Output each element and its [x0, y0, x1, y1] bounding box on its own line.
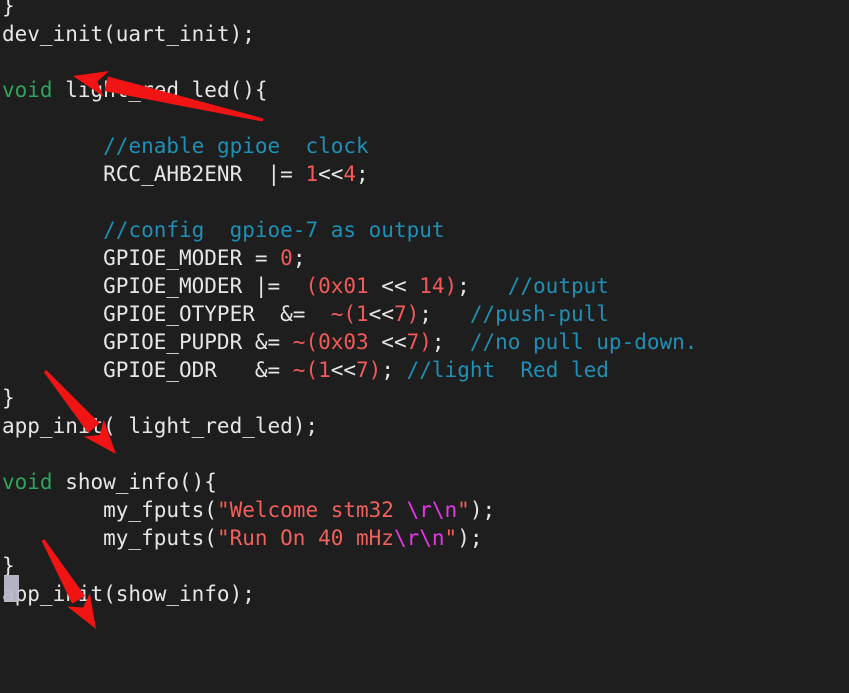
code-token-number: 4 — [343, 162, 357, 186]
code-line[interactable] — [0, 188, 849, 216]
code-token-plain: ; — [292, 246, 306, 270]
code-line[interactable]: GPIOE_PUPDR &= ~(0x03 <<7); //no pull up… — [0, 328, 849, 356]
code-token-plain: light_red_led(){ — [52, 78, 268, 102]
code-token-plain: } — [2, 0, 15, 18]
code-token-plain: my_fputs( — [2, 526, 217, 550]
code-token-plain: GPIOE_MODER |= — [2, 274, 306, 298]
code-line[interactable]: app_init(show_info); — [0, 580, 849, 608]
code-line[interactable]: } — [0, 384, 849, 412]
code-line[interactable]: dev_init(uart_init); — [0, 20, 849, 48]
code-line[interactable]: GPIOE_OTYPER &= ~(1<<7); //push-pull — [0, 300, 849, 328]
code-token-string: "Run On 40 mHz — [216, 526, 394, 550]
code-token-keyword: void — [2, 78, 53, 102]
code-line[interactable] — [0, 104, 849, 132]
code-token-plain: my_fputs( — [2, 498, 217, 522]
code-token-comment: //config gpioe-7 as output — [103, 218, 445, 242]
code-token-plain: ; — [457, 274, 508, 298]
code-token-plain: ; — [431, 330, 470, 354]
code-token-plain: ; — [419, 302, 470, 326]
code-token-plain: << — [368, 302, 394, 326]
code-token-plain: GPIOE_ODR &= — [2, 358, 293, 382]
code-token-plain: app_init(show_info); — [2, 582, 255, 606]
code-line[interactable]: RCC_AHB2ENR |= 1<<4; — [0, 160, 849, 188]
code-token-plain: ); — [469, 498, 496, 522]
code-line[interactable]: //config gpioe-7 as output — [0, 216, 849, 244]
code-token-number: ~(1 — [330, 302, 369, 326]
code-token-number: 7) — [393, 302, 420, 326]
code-token-string: " — [444, 526, 458, 550]
code-token-number: ~(1 — [292, 358, 331, 382]
code-token-keyword: void — [2, 470, 53, 494]
code-token-plain: dev_init(uart_init); — [2, 22, 255, 46]
code-token-plain: ; — [356, 162, 369, 186]
code-line[interactable]: GPIOE_MODER |= (0x01 << 14); //output — [0, 272, 849, 300]
code-editor-view: } dev_init(uart_init); void light_red_led… — [0, 0, 849, 693]
code-token-number: 1 — [305, 162, 319, 186]
code-token-comment: //no pull up-down. — [469, 330, 698, 354]
code-token-string: " — [457, 498, 470, 522]
code-token-number: 0 — [280, 246, 293, 270]
code-token-number: ~(0x03 — [292, 330, 369, 354]
code-text-area[interactable]: } dev_init(uart_init); void light_red_led… — [0, 0, 849, 608]
code-line[interactable]: void show_info(){ — [0, 468, 849, 496]
code-line[interactable]: GPIOE_MODER = 0; — [0, 244, 849, 272]
code-token-comment: //push-pull — [469, 302, 609, 326]
code-token-escape: \r\n — [406, 498, 458, 522]
code-line[interactable]: app_init( light_red_led); — [0, 412, 849, 440]
code-token-number: 14) — [419, 274, 458, 298]
code-token-comment: //light Red led — [406, 358, 609, 382]
code-line[interactable]: GPIOE_ODR &= ~(1<<7); //light Red led — [0, 356, 849, 384]
code-token-comment: //enable gpioe clock — [103, 134, 369, 158]
code-token-plain: << — [330, 358, 357, 382]
code-line[interactable]: void light_red_led(){ — [0, 76, 849, 104]
code-token-plain: ); — [457, 526, 483, 550]
code-line[interactable]: my_fputs("Welcome stm32 \r\n"); — [0, 496, 849, 524]
code-line[interactable]: //enable gpioe clock — [0, 132, 849, 160]
code-token-number: (0x01 — [305, 274, 369, 298]
code-line[interactable]: my_fputs("Run On 40 mHz\r\n"); — [0, 524, 849, 552]
code-token-plain: } — [2, 386, 15, 410]
code-token-plain: GPIOE_PUPDR &= — [2, 330, 293, 354]
code-line[interactable] — [0, 440, 849, 468]
code-token-plain: show_info(){ — [52, 470, 217, 494]
code-token-plain: GPIOE_MODER = — [2, 246, 281, 270]
code-token-comment: //output — [507, 274, 609, 298]
code-token-string: "Welcome stm32 — [216, 498, 407, 522]
code-line[interactable]: } — [0, 552, 849, 580]
code-token-number: 7) — [406, 330, 432, 354]
code-token-plain: GPIOE_OTYPER &= — [2, 302, 331, 326]
code-token-escape: \r\n — [393, 526, 445, 550]
code-token-plain: RCC_AHB2ENR |= — [2, 162, 306, 186]
code-line[interactable] — [0, 48, 849, 76]
code-token-number: 7) — [356, 358, 382, 382]
text-cursor-block — [4, 575, 19, 602]
code-token-plain: ; — [381, 358, 407, 382]
code-token-plain: << — [368, 330, 407, 354]
code-token-plain: << — [368, 274, 420, 298]
code-token-plain: app_init( light_red_led); — [2, 414, 319, 438]
code-line[interactable]: } — [0, 0, 849, 20]
code-token-plain: << — [318, 162, 344, 186]
